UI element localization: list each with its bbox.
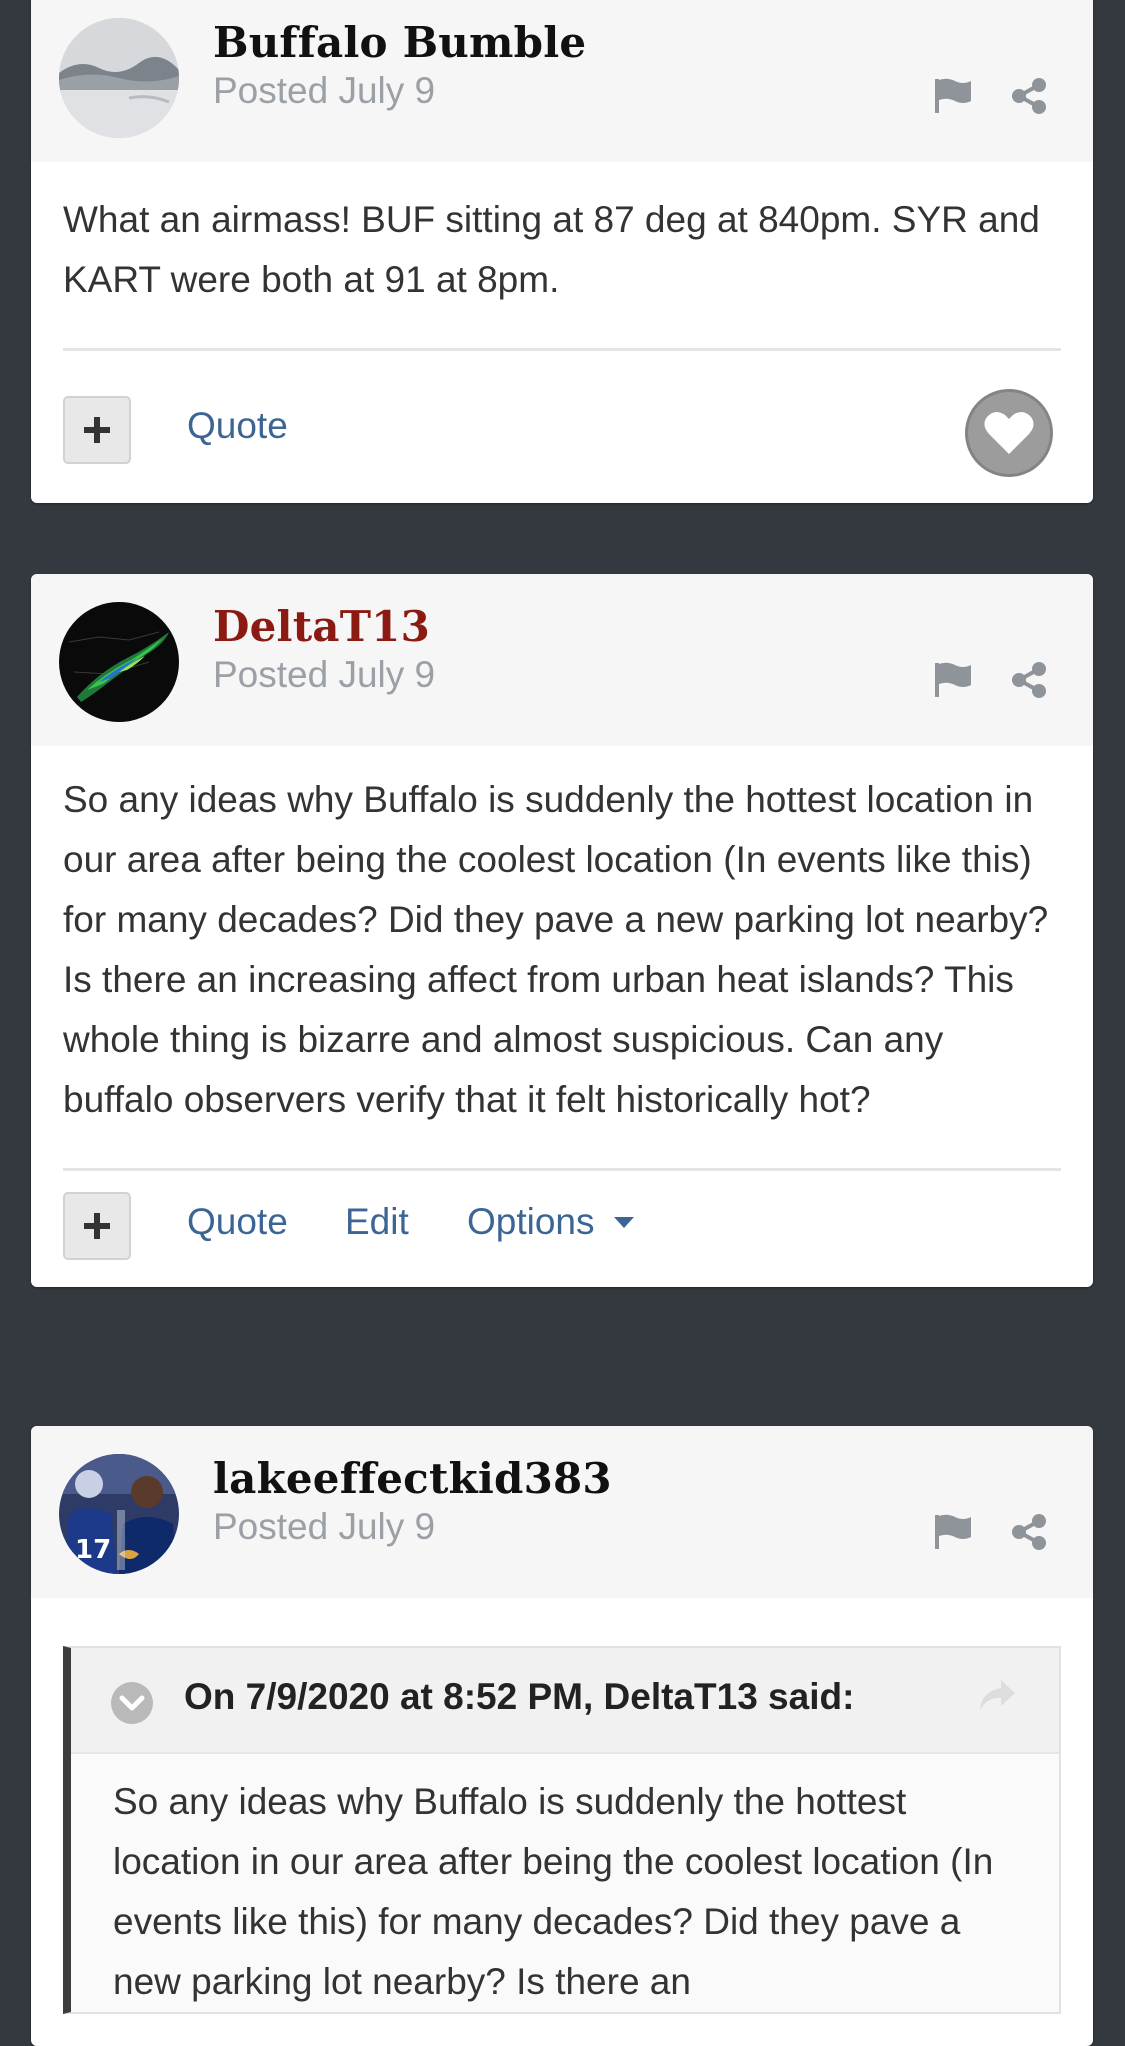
options-label: Options — [467, 1201, 595, 1242]
multiquote-button[interactable] — [63, 1192, 131, 1260]
share-icon — [1012, 1514, 1046, 1550]
post-controls: Quote Edit Options — [31, 1171, 1093, 1287]
post-date[interactable]: Posted July 9 — [213, 70, 435, 112]
flag-icon — [935, 78, 971, 113]
share-button[interactable] — [1007, 1510, 1051, 1554]
quote-jump-link[interactable] — [977, 1678, 1017, 1717]
snowy-landscape-avatar — [59, 18, 179, 138]
quote-header: On 7/9/2020 at 8:52 PM, DeltaT13 said: — [71, 1648, 1059, 1754]
post-header: Buffalo Bumble Posted July 9 — [31, 0, 1093, 162]
avatar[interactable] — [59, 602, 179, 722]
plus-icon — [84, 1213, 110, 1239]
post-date[interactable]: Posted July 9 — [213, 654, 435, 696]
quote-citation: On 7/9/2020 at 8:52 PM, DeltaT13 said: — [184, 1676, 855, 1717]
quote-toggle[interactable] — [111, 1682, 153, 1724]
author-name[interactable]: Buffalo Bumble — [213, 18, 586, 67]
post-header: DeltaT13 Posted July 9 — [31, 574, 1093, 746]
quote-button[interactable]: Quote — [187, 1201, 288, 1243]
radar-map-avatar — [59, 602, 179, 722]
edit-button[interactable]: Edit — [345, 1201, 409, 1243]
quote-text: So any ideas why Buffalo is suddenly the… — [113, 1781, 994, 2002]
post-content: What an airmass! BUF sitting at 87 deg a… — [31, 162, 1093, 348]
caret-down-icon — [613, 1217, 634, 1228]
quote-block: On 7/9/2020 at 8:52 PM, DeltaT13 said: S… — [63, 1646, 1061, 2014]
report-button[interactable] — [931, 1510, 975, 1554]
report-button[interactable] — [931, 658, 975, 702]
svg-text:17: 17 — [75, 1535, 111, 1565]
heart-icon — [984, 411, 1034, 454]
post-card-2: DeltaT13 Posted July 9 So any ideas why … — [31, 574, 1093, 1287]
quote-button[interactable]: Quote — [187, 405, 288, 447]
multiquote-button[interactable] — [63, 396, 131, 464]
post-controls: Quote — [31, 351, 1093, 503]
post-card-1: Buffalo Bumble Posted July 9 What an air… — [31, 0, 1093, 503]
flag-icon — [935, 662, 971, 697]
post-header: 17 lakeeffectkid383 Posted July 9 — [31, 1426, 1093, 1598]
post-text: So any ideas why Buffalo is suddenly the… — [63, 779, 1049, 1120]
avatar[interactable]: 17 — [59, 1454, 179, 1574]
forward-arrow-icon — [980, 1680, 1015, 1710]
share-icon — [1012, 78, 1046, 114]
football-players-avatar: 17 — [59, 1454, 179, 1574]
like-button[interactable] — [965, 389, 1053, 477]
share-button[interactable] — [1007, 658, 1051, 702]
share-icon — [1012, 662, 1046, 698]
options-menu[interactable]: Options — [467, 1201, 635, 1243]
chevron-down-icon — [111, 1682, 153, 1724]
avatar[interactable] — [59, 18, 179, 138]
plus-icon — [84, 417, 110, 443]
report-button[interactable] — [931, 74, 975, 118]
share-button[interactable] — [1007, 74, 1051, 118]
author-name[interactable]: lakeeffectkid383 — [213, 1454, 612, 1503]
post-date[interactable]: Posted July 9 — [213, 1506, 435, 1548]
author-name[interactable]: DeltaT13 — [213, 602, 430, 651]
post-text: What an airmass! BUF sitting at 87 deg a… — [63, 199, 1040, 300]
flag-icon — [935, 1514, 971, 1549]
post-content: So any ideas why Buffalo is suddenly the… — [31, 746, 1093, 1168]
post-card-3: 17 lakeeffectkid383 Posted July 9 On 7/9… — [31, 1426, 1093, 2046]
